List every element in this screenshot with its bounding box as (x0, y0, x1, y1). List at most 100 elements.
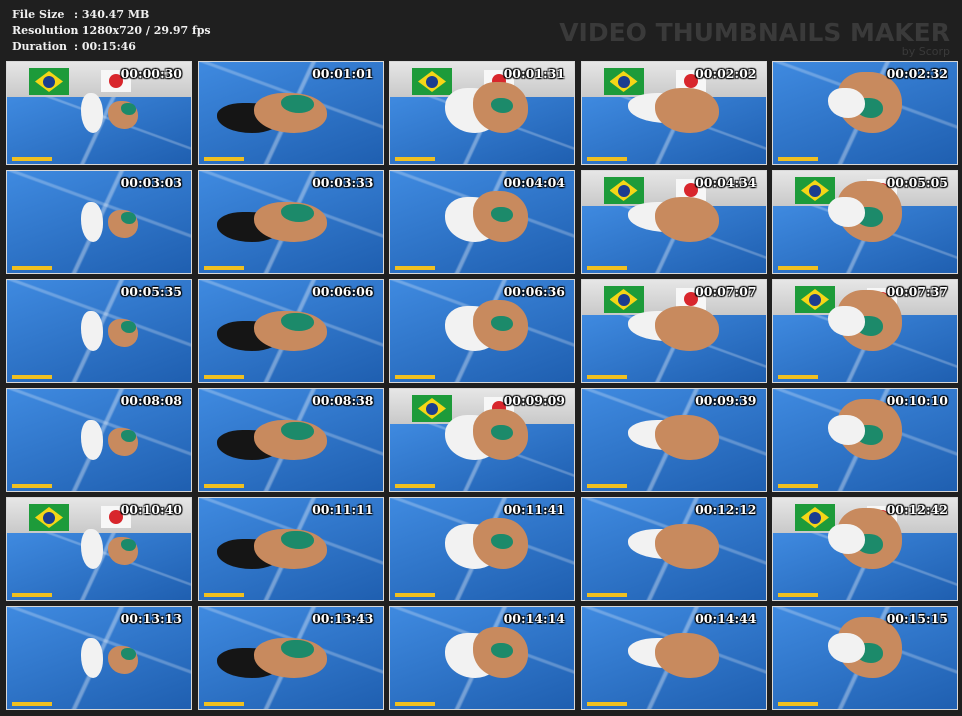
brazil-flag-icon (795, 286, 835, 313)
video-thumbnail[interactable]: 00:09:39 (580, 388, 767, 492)
video-thumbnail[interactable]: 00:13:13 (6, 606, 192, 710)
thumbnail-logo-strip (12, 157, 52, 161)
thumbnail-timestamp: 00:12:12 (695, 502, 757, 517)
thumbnail-figure (281, 312, 315, 331)
thumbnail-timestamp: 00:07:37 (886, 284, 948, 299)
thumbnail-figure (828, 632, 865, 664)
video-thumbnail[interactable]: 00:02:32 (772, 61, 958, 165)
thumbnail-figure (828, 196, 865, 228)
thumbnail-logo-strip (395, 266, 435, 270)
thumbnail-timestamp: 00:13:43 (312, 611, 374, 626)
file-size-row: File Size : 340.47 MB (12, 7, 211, 23)
video-thumbnail[interactable]: 00:07:07 (580, 279, 767, 383)
video-thumbnail[interactable]: 00:10:10 (772, 388, 958, 492)
thumbnail-figure (281, 530, 315, 549)
thumbnail-timestamp: 00:13:13 (120, 611, 182, 626)
video-thumbnail[interactable]: 00:04:34 (580, 170, 767, 274)
thumbnail-figure (828, 87, 865, 119)
thumbnail-logo-strip (778, 266, 818, 270)
thumbnail-timestamp: 00:02:02 (695, 66, 757, 81)
video-thumbnail[interactable]: 00:06:06 (197, 279, 384, 383)
thumbnail-figure (828, 305, 865, 337)
thumbnail-logo-strip (203, 702, 244, 706)
thumbnail-logo-strip (12, 375, 52, 379)
thumbnail-figure (121, 647, 136, 661)
resolution-row: Resolution : 1280x720 / 29.97 fps (12, 23, 211, 39)
thumbnail-timestamp: 00:01:01 (312, 66, 374, 81)
brazil-flag-icon (603, 68, 644, 95)
video-thumbnail[interactable]: 00:03:33 (197, 170, 384, 274)
thumbnail-logo-strip (778, 484, 818, 488)
video-thumbnail[interactable]: 00:12:12 (580, 497, 767, 601)
video-thumbnail[interactable]: 00:08:38 (197, 388, 384, 492)
thumbnail-timestamp: 00:02:32 (886, 66, 948, 81)
brazil-flag-icon (412, 395, 452, 422)
thumbnail-timestamp: 00:06:36 (503, 284, 565, 299)
video-thumbnail[interactable]: 00:13:43 (197, 606, 384, 710)
video-thumbnail[interactable]: 00:11:11 (197, 497, 384, 601)
brazil-flag-icon (795, 504, 835, 531)
resolution-label: Resolution (12, 24, 79, 37)
thumbnail-logo-strip (203, 157, 244, 161)
thumbnail-timestamp: 00:10:40 (120, 502, 182, 517)
thumbnail-logo-strip (778, 157, 818, 161)
video-thumbnail[interactable]: 00:14:14 (389, 606, 575, 710)
thumbnail-logo-strip (203, 266, 244, 270)
thumbnail-timestamp: 00:10:10 (886, 393, 948, 408)
thumbnail-timestamp: 00:03:33 (312, 175, 374, 190)
video-thumbnail[interactable]: 00:03:03 (6, 170, 192, 274)
thumbnail-logo-strip (586, 484, 627, 488)
video-thumbnail[interactable]: 00:05:35 (6, 279, 192, 383)
thumbnail-logo-strip (395, 157, 435, 161)
video-thumbnail[interactable]: 00:11:41 (389, 497, 575, 601)
thumbnail-timestamp: 00:09:39 (695, 393, 757, 408)
resolution-value: : 1280x720 / 29.97 fps (74, 24, 211, 37)
thumbnail-logo-strip (395, 375, 435, 379)
video-thumbnail[interactable]: 00:06:36 (389, 279, 575, 383)
video-thumbnail[interactable]: 00:07:37 (772, 279, 958, 383)
video-thumbnail[interactable]: 00:08:08 (6, 388, 192, 492)
video-thumbnail[interactable]: 00:04:04 (389, 170, 575, 274)
thumbnail-timestamp: 00:12:42 (886, 502, 948, 517)
thumbnail-logo-strip (203, 375, 244, 379)
thumbnail-figure (121, 320, 136, 334)
thumbnail-timestamp: 00:00:30 (120, 66, 182, 81)
video-thumbnail[interactable]: 00:01:01 (197, 61, 384, 165)
thumbnail-figure (491, 642, 514, 658)
brazil-flag-icon (795, 177, 835, 204)
brazil-flag-icon (603, 177, 644, 204)
thumbnail-timestamp: 00:14:44 (695, 611, 757, 626)
thumbnail-timestamp: 00:08:38 (312, 393, 374, 408)
brazil-flag-icon (412, 68, 452, 95)
thumbnail-logo-strip (12, 266, 52, 270)
thumbnail-logo-strip (395, 702, 435, 706)
thumbnail-figure (281, 639, 315, 658)
thumbnail-figure (121, 102, 136, 116)
thumbnail-timestamp: 00:05:05 (886, 175, 948, 190)
thumbnail-logo-strip (586, 266, 627, 270)
thumbnail-figure (828, 523, 865, 555)
thumbnail-logo-strip (203, 593, 244, 597)
thumbnail-figure (281, 94, 315, 113)
watermark: VIDEO THUMBNAILS MAKER by Scorp (559, 20, 950, 58)
video-thumbnail[interactable]: 00:00:30 (6, 61, 192, 165)
thumbnail-timestamp: 00:09:09 (503, 393, 565, 408)
video-thumbnail[interactable]: 00:02:02 (580, 61, 767, 165)
thumbnail-logo-strip (778, 702, 818, 706)
thumbnail-figure (491, 206, 514, 222)
thumbnail-timestamp: 00:15:15 (886, 611, 948, 626)
thumbnail-timestamp: 00:03:03 (120, 175, 182, 190)
video-thumbnail[interactable]: 00:15:15 (772, 606, 958, 710)
video-thumbnail[interactable]: 00:10:40 (6, 497, 192, 601)
duration-row: Duration : 00:15:46 (12, 39, 211, 55)
video-thumbnail[interactable]: 00:01:31 (389, 61, 575, 165)
video-thumbnail[interactable]: 00:05:05 (772, 170, 958, 274)
video-thumbnail[interactable]: 00:12:42 (772, 497, 958, 601)
thumbnail-logo-strip (395, 593, 435, 597)
thumbnail-logo-strip (203, 484, 244, 488)
file-size-label: File Size (12, 8, 65, 21)
video-thumbnail[interactable]: 00:14:44 (580, 606, 767, 710)
thumbnail-logo-strip (12, 593, 52, 597)
brazil-flag-icon (603, 286, 644, 313)
video-thumbnail[interactable]: 00:09:09 (389, 388, 575, 492)
